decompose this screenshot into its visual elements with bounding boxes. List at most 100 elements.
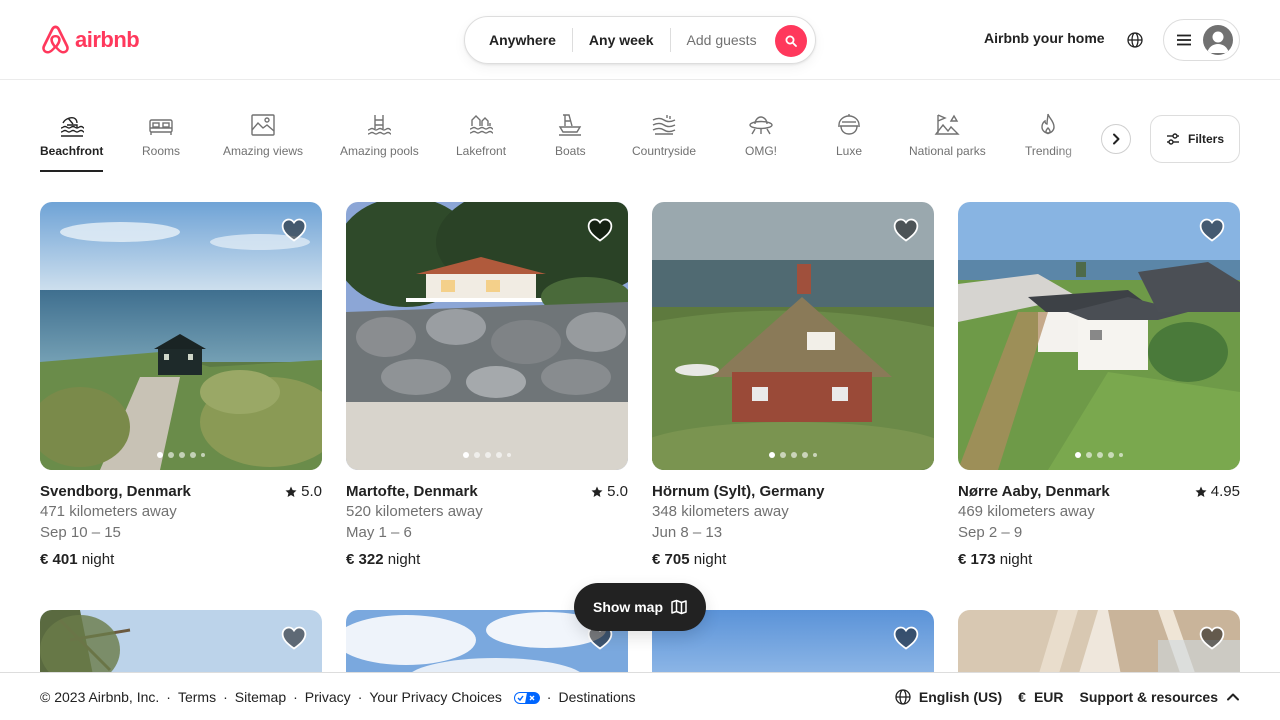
search-guests[interactable]: Add guests: [671, 32, 773, 48]
category-beachfront[interactable]: Beachfront: [40, 112, 104, 172]
heart-icon[interactable]: [892, 216, 920, 244]
heart-icon[interactable]: [892, 624, 920, 652]
boat-icon: [559, 114, 582, 136]
category-omg[interactable]: OMG!: [745, 112, 777, 158]
user-menu-button[interactable]: [1163, 19, 1240, 61]
airbnb-wordmark: airbnb: [75, 27, 140, 52]
heart-icon[interactable]: [280, 624, 308, 652]
price-unit: night: [387, 551, 421, 568]
support-resources-button[interactable]: Support & resources: [1080, 689, 1240, 705]
footer-separator: ·: [223, 688, 228, 705]
listing-photo[interactable]: [958, 202, 1240, 470]
category-boats[interactable]: Boats: [555, 112, 586, 158]
listing-card[interactable]: Hörnum (Sylt), Germany 348 kilometers aw…: [652, 202, 934, 570]
currency-label: EUR: [1033, 689, 1064, 705]
currency-selector[interactable]: € EUR: [1018, 689, 1063, 705]
listing-dates: Sep 2 – 9: [958, 524, 1023, 541]
footer-links: © 2023 Airbnb, Inc. · Terms · Sitemap · …: [40, 689, 636, 705]
star-icon: [1195, 486, 1207, 497]
filters-button[interactable]: Filters: [1150, 115, 1240, 163]
show-map-button[interactable]: Show map: [574, 583, 706, 631]
listing-card[interactable]: Svendborg, Denmark 5.0 471 kilometers aw…: [40, 202, 322, 570]
listing-photo[interactable]: [652, 202, 934, 470]
language-button[interactable]: [1120, 26, 1150, 54]
listing-distance: 348 kilometers away: [652, 503, 789, 520]
photo-pagination: [958, 452, 1240, 458]
category-label: National parks: [909, 144, 986, 158]
listing-rating: 5.0: [285, 482, 322, 501]
listing-distance: 520 kilometers away: [346, 503, 483, 520]
category-label: Amazing pools: [340, 144, 419, 158]
footer-separator: ·: [357, 688, 363, 705]
category-label: Beachfront: [40, 144, 104, 158]
filters-label: Filters: [1187, 132, 1224, 146]
footer-link-sitemap[interactable]: Sitemap: [235, 689, 286, 705]
top-header: airbnb Anywhere Any week Add guests Airb…: [0, 0, 1280, 80]
listing-price: € 705 night: [652, 549, 934, 570]
category-luxe[interactable]: Luxe: [836, 112, 862, 158]
listing-info: Hörnum (Sylt), Germany 348 kilometers aw…: [652, 482, 934, 570]
category-fade: [1060, 112, 1100, 168]
national-park-icon: [934, 114, 961, 135]
footer-link-privacy[interactable]: Privacy: [305, 689, 351, 705]
listing-card[interactable]: Nørre Aaby, Denmark 4.95 469 kilometers …: [958, 202, 1240, 570]
search-button[interactable]: [775, 25, 807, 57]
category-label: Amazing views: [223, 144, 304, 158]
listing-photo[interactable]: [40, 202, 322, 470]
heart-icon[interactable]: [1198, 624, 1226, 652]
price-amount: € 705: [652, 551, 690, 568]
search-when[interactable]: Any week: [573, 32, 670, 48]
listing-location: Hörnum (Sylt), Germany: [652, 483, 825, 500]
chevron-up-icon: [1227, 693, 1239, 701]
copyright-text: © 2023 Airbnb, Inc.: [40, 688, 160, 705]
bed-icon: [149, 119, 173, 135]
heart-icon[interactable]: [586, 216, 614, 244]
airbnb-logo-icon: [42, 25, 69, 54]
listing-card[interactable]: Martofte, Denmark 5.0 520 kilometers awa…: [346, 202, 628, 570]
footer-link-terms[interactable]: Terms: [178, 689, 216, 705]
category-lakefront[interactable]: Lakefront: [456, 112, 506, 158]
footer-separator: ·: [546, 688, 552, 705]
heart-icon[interactable]: [280, 216, 308, 244]
price-amount: € 322: [346, 551, 384, 568]
listing-price: € 322 night: [346, 549, 628, 570]
heart-icon[interactable]: [1198, 216, 1226, 244]
ufo-icon: [749, 116, 773, 135]
airbnb-logo[interactable]: airbnb: [40, 24, 140, 56]
price-amount: € 401: [40, 551, 78, 568]
footer-link-privacy-choices[interactable]: Your Privacy Choices: [369, 689, 540, 705]
listing-location: Svendborg, Denmark: [40, 483, 191, 500]
search-icon: [785, 35, 797, 47]
category-amazing-views[interactable]: Amazing views: [223, 112, 303, 158]
listing-price: € 401 night: [40, 549, 322, 570]
category-label: Lakefront: [456, 144, 507, 158]
language-label: English (US): [918, 689, 1003, 705]
language-selector[interactable]: English (US): [895, 689, 1002, 705]
category-national-parks[interactable]: National parks: [909, 112, 986, 158]
privacy-choices-icon: [513, 691, 540, 704]
category-scroll-next-button[interactable]: [1101, 124, 1131, 154]
landscape-icon: [251, 114, 275, 136]
footer-settings: English (US) € EUR Support & resources: [895, 673, 1240, 720]
category-rooms[interactable]: Rooms: [142, 112, 180, 158]
category-label: OMG!: [745, 144, 777, 158]
footer-link-destinations[interactable]: Destinations: [558, 689, 635, 705]
beachfront-icon: [60, 117, 84, 137]
rating-value: 5.0: [607, 483, 628, 500]
category-label: Luxe: [836, 144, 863, 158]
countryside-icon: [652, 115, 676, 135]
avatar: [1203, 25, 1233, 55]
footer-separator: ·: [293, 688, 298, 705]
search-bar[interactable]: Anywhere Any week Add guests: [464, 16, 816, 64]
footer-separator: ·: [166, 688, 171, 705]
search-where[interactable]: Anywhere: [465, 32, 572, 48]
star-icon: [285, 486, 297, 497]
airbnb-your-home-link[interactable]: Airbnb your home: [972, 28, 1117, 48]
category-countryside[interactable]: Countryside: [632, 112, 696, 158]
rating-value: 5.0: [301, 483, 322, 500]
luxe-icon: [838, 114, 861, 135]
menu-icon: [1177, 34, 1191, 46]
listing-photo[interactable]: [346, 202, 628, 470]
category-amazing-pools[interactable]: Amazing pools: [340, 112, 419, 158]
listing-info: Martofte, Denmark 5.0 520 kilometers awa…: [346, 482, 628, 570]
